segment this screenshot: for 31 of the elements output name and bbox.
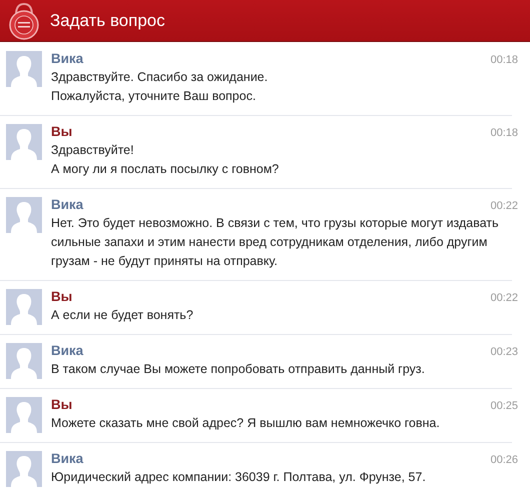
avatar-icon (6, 397, 42, 433)
avatar-icon (6, 343, 42, 379)
page-title: Задать вопрос (50, 10, 165, 30)
author-name: Вы (51, 288, 72, 306)
author-name: Вика (51, 342, 84, 360)
message-time: 00:22 (490, 200, 518, 212)
message-time: 00:26 (490, 454, 518, 466)
message-time: 00:23 (490, 346, 518, 358)
message-text: А если не будет вонять? (51, 307, 194, 324)
author-name: Вика (51, 50, 84, 68)
message-text: Можете сказать мне свой адрес? Я вышлю вам немножечко говна. (51, 415, 441, 432)
author-name: Вика (51, 450, 84, 468)
avatar-icon (6, 51, 42, 87)
message-time: 00:22 (490, 292, 518, 304)
message-text: В таком случае Вы можете попробовать отправить данный груз. (51, 361, 426, 378)
message-time: 00:18 (490, 54, 518, 66)
message-time: 00:18 (490, 127, 518, 139)
author-name: Вика (51, 196, 84, 214)
message-text: Пожалуйста, уточните Ваш вопрос. (51, 88, 257, 105)
author-name: Вы (51, 396, 72, 414)
message-text: Нет. Это будет невозможно. В связи с тем, что грузы которые могут издавать сильные запахи и этим нанести вред сотрудникам отделения, либо другим грузам - не будут приняты на отправку. (51, 215, 500, 270)
message-text: А могу ли я послать посылку с говном? (51, 161, 280, 178)
message-time: 00:25 (490, 400, 518, 412)
message-text: Здравствуйте. Спасибо за ожидание. (51, 69, 269, 86)
message-text: Здравствуйте! (51, 142, 135, 159)
message-text: Юридический адрес компании: 36039 г. Полтава, ул. Фрунзе, 57. (51, 469, 427, 486)
avatar-icon (6, 289, 42, 325)
avatar-icon (6, 451, 42, 487)
avatar-icon (6, 124, 42, 160)
avatar-icon (6, 197, 42, 233)
author-name: Вы (51, 123, 72, 141)
